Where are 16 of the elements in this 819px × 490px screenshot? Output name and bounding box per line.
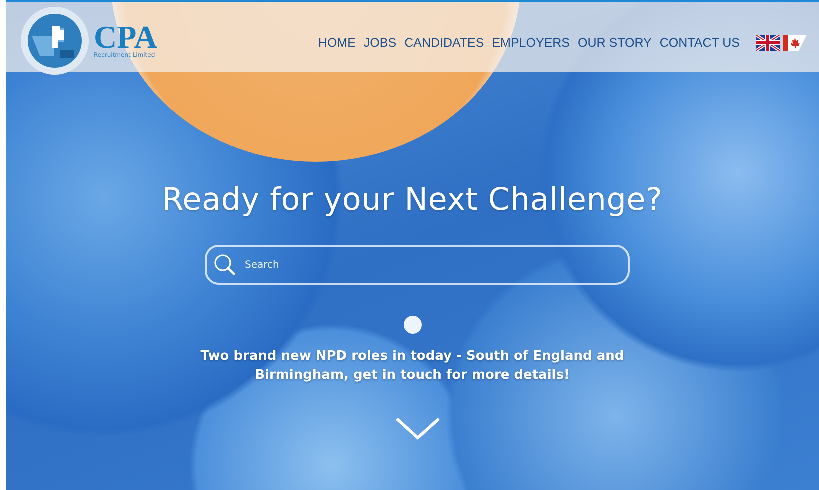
- search-icon: [214, 254, 236, 276]
- nav-link[interactable]: HOME: [318, 36, 356, 50]
- nav-link[interactable]: OUR STORY: [578, 36, 652, 50]
- chevron-down-icon[interactable]: [394, 417, 440, 441]
- nav-link[interactable]: CONTACT US: [660, 36, 740, 50]
- uk-flag-icon[interactable]: [756, 35, 780, 51]
- logo-name: CPA: [94, 22, 158, 52]
- search-field[interactable]: Search: [205, 245, 630, 285]
- nav-link[interactable]: EMPLOYERS: [492, 36, 570, 50]
- announcement-text: Two brand new NPD roles in today - South of England and Birmingham, get in touch for more details!: [200, 348, 626, 385]
- puzzle-globe-icon: [20, 6, 90, 76]
- hero-heading: Ready for your Next Challenge?: [162, 182, 663, 218]
- loading-dot-icon: [402, 315, 422, 335]
- nav-link[interactable]: JOBS: [364, 36, 397, 50]
- nav-link[interactable]: CANDIDATES: [404, 36, 484, 50]
- canada-flag-icon[interactable]: [783, 35, 807, 51]
